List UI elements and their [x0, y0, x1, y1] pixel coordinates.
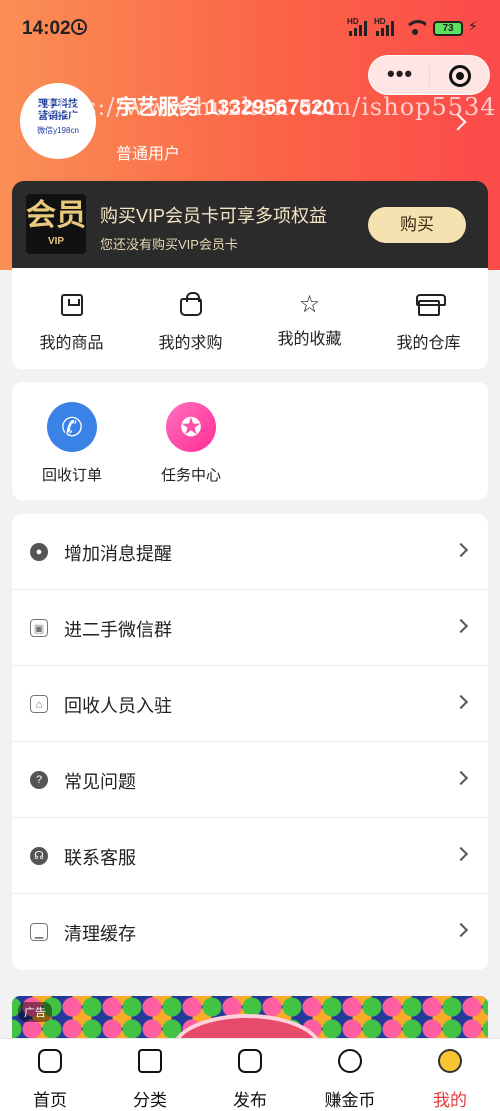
question-icon: ? — [30, 771, 48, 789]
vip-banner[interactable]: 会员 VIP 购买VIP会员卡可享多项权益 您还没有购买VIP会员卡 购买 — [12, 181, 488, 268]
tab-home[interactable]: 首页 — [0, 1039, 100, 1111]
vip-logo: 会员 VIP — [26, 194, 86, 254]
tab-label: 赚金币 — [324, 1091, 376, 1110]
star-icon: ☆ — [298, 291, 321, 318]
services-card: ✆ 回收订单 ✪ 任务中心 — [12, 382, 488, 500]
menu-label: 回收人员入驻 — [64, 696, 172, 716]
tab-category[interactable]: 分类 — [100, 1039, 200, 1111]
bottom-tab-bar: 首页 分类 发布 赚金币 我的 — [0, 1038, 500, 1111]
category-icon — [138, 1049, 162, 1073]
menu-item-wechat-group[interactable]: ▣ 进二手微信群 — [12, 590, 488, 666]
vip-logo-sub: VIP — [47, 236, 65, 247]
charging-icon: ⚡ — [468, 18, 478, 34]
group-icon: ▣ — [30, 619, 48, 637]
recycle-orders-button[interactable]: ✆ 回收订单 — [37, 402, 107, 485]
goods-icon — [60, 294, 83, 316]
vip-subtitle: 您还没有购买VIP会员卡 — [100, 237, 238, 252]
my-warehouse-button[interactable]: 我的仓库 — [369, 268, 488, 353]
my-favorites-button[interactable]: ☆ 我的收藏 — [250, 268, 369, 353]
award-icon: ✪ — [166, 402, 216, 452]
my-favorites-label: 我的收藏 — [277, 331, 342, 348]
shopping-bag-icon — [179, 292, 202, 316]
menu-item-clear-cache[interactable]: ▁ 清理缓存 — [12, 894, 488, 970]
chevron-right-icon — [453, 618, 469, 634]
menu-label: 常见问题 — [64, 772, 136, 792]
chevron-right-icon — [453, 770, 469, 786]
my-warehouse-label: 我的仓库 — [396, 335, 461, 352]
menu-label: 清理缓存 — [64, 924, 136, 944]
chevron-right-icon — [453, 694, 469, 710]
phone-icon: ✆ — [47, 402, 97, 452]
menu-item-customer-service[interactable]: ☊ 联系客服 — [12, 818, 488, 894]
menu-label: 进二手微信群 — [64, 620, 172, 640]
settings-menu: ● 增加消息提醒 ▣ 进二手微信群 ⌂ 回收人员入驻 ? 常见问题 ☊ 联系客服… — [12, 514, 488, 970]
store-icon — [415, 294, 446, 316]
signal-icon-2 — [376, 20, 398, 36]
miniprogram-capsule: ••• — [368, 55, 490, 95]
tab-label: 发布 — [233, 1091, 267, 1110]
tab-publish[interactable]: 发布 — [200, 1039, 300, 1111]
user-level: 普通用户 — [116, 146, 181, 163]
menu-item-faq[interactable]: ? 常见问题 — [12, 742, 488, 818]
tab-label: 我的 — [433, 1091, 467, 1110]
my-wanted-label: 我的求购 — [158, 335, 223, 352]
task-center-label: 任务中心 — [160, 467, 221, 484]
menu-label: 增加消息提醒 — [64, 544, 172, 564]
my-goods-label: 我的商品 — [39, 335, 104, 352]
more-options-button[interactable]: ••• — [387, 62, 413, 86]
watermark-text: https://www.huzhan.com/ishop5534 — [30, 93, 497, 121]
close-miniprogram-button[interactable] — [449, 65, 471, 87]
buy-vip-button[interactable]: 购买 — [368, 207, 466, 243]
wechat-icon: ● — [30, 543, 48, 561]
avatar-line-3: 微信y198cn — [37, 126, 79, 135]
tab-label: 首页 — [33, 1091, 67, 1110]
publish-icon — [238, 1049, 262, 1073]
menu-label: 联系客服 — [64, 848, 136, 868]
recycle-orders-label: 回收订单 — [41, 467, 102, 484]
wifi-icon — [404, 18, 426, 36]
status-bar: 14:02 HD HD 73 ⚡ — [0, 0, 500, 58]
task-center-button[interactable]: ✪ 任务中心 — [156, 402, 226, 485]
shop-icon: ⌂ — [30, 695, 48, 713]
menu-item-recycler-join[interactable]: ⌂ 回收人员入驻 — [12, 666, 488, 742]
chevron-right-icon — [453, 922, 469, 938]
broom-icon: ▁ — [30, 923, 48, 941]
home-icon — [38, 1049, 62, 1073]
chevron-right-icon — [453, 542, 469, 558]
ad-badge[interactable]: 广告 — [18, 1002, 52, 1022]
vip-title: 购买VIP会员卡可享多项权益 — [100, 206, 328, 226]
alarm-icon — [71, 19, 87, 35]
my-goods-button[interactable]: 我的商品 — [12, 268, 131, 353]
my-wanted-button[interactable]: 我的求购 — [131, 268, 250, 353]
coin-icon — [338, 1049, 362, 1073]
status-time: 14:02 — [22, 18, 71, 39]
battery-icon: 73 — [433, 21, 463, 36]
headset-icon: ☊ — [30, 847, 48, 865]
tab-earn-coins[interactable]: 赚金币 — [300, 1039, 400, 1111]
menu-item-message-reminder[interactable]: ● 增加消息提醒 — [12, 514, 488, 590]
vip-logo-main: 会员 — [26, 199, 86, 232]
ad-banner[interactable]: 广告 — [12, 996, 488, 1040]
signal-icon-1 — [349, 20, 371, 36]
capsule-divider — [429, 66, 430, 86]
quick-actions: 我的商品 我的求购 ☆ 我的收藏 我的仓库 — [12, 268, 488, 369]
chevron-right-icon — [453, 846, 469, 862]
tab-mine[interactable]: 我的 — [400, 1039, 500, 1111]
user-icon — [438, 1049, 462, 1073]
tab-label: 分类 — [133, 1091, 167, 1110]
